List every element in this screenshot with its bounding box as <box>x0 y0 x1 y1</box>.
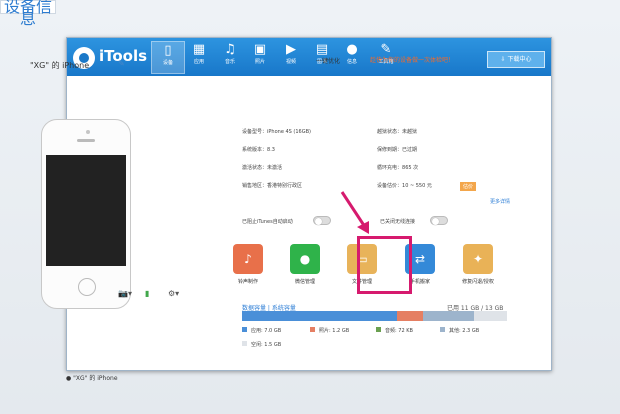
app-tile-bell[interactable]: ♪ 铃声制作 <box>227 244 269 285</box>
storage-legend-item: 音频: 72 KB <box>376 327 413 334</box>
iphone-image <box>41 119 131 309</box>
nav-label: 信息 <box>346 59 357 65</box>
legend-swatch-icon <box>310 327 315 332</box>
storage-legend-item: 照片: 1.2 GB <box>310 327 349 334</box>
info-value: 未越狱 <box>402 129 418 135</box>
info-value: 香港特别行政区 <box>267 183 303 189</box>
wireless-toggle[interactable] <box>430 216 448 225</box>
speaker <box>77 139 95 142</box>
legend-swatch-icon <box>242 341 247 346</box>
apps-icon: ▦ <box>192 42 206 57</box>
nav-label: 应用 <box>193 59 204 65</box>
legend-label: 音频: 72 KB <box>385 328 413 334</box>
info-key: 激活状态： <box>242 165 268 171</box>
nav-label: 音乐 <box>224 59 235 65</box>
storage-bar <box>242 311 507 321</box>
info-value: 865 次 <box>402 165 419 171</box>
info-key: 保修到期： <box>377 147 403 153</box>
repair-icon: ✦ <box>463 244 493 274</box>
nav-video[interactable]: ▶ 视频 <box>274 41 308 74</box>
info-key: 设备型号： <box>242 129 268 135</box>
tab-device-info[interactable]: 设备信息 <box>0 0 56 27</box>
camera-dot <box>86 130 90 134</box>
info-value: iPhone 4S (16GB) <box>267 129 311 135</box>
info-key: 越狱状态： <box>377 129 403 135</box>
info-row: 设备估价：10 ~ 550 元 <box>377 182 432 189</box>
legend-label: 空闲: 1.5 GB <box>251 342 282 348</box>
music-icon: ♫ <box>224 42 236 57</box>
legend-swatch-icon <box>440 327 445 332</box>
nav-music[interactable]: ♫ 音乐 <box>213 41 247 74</box>
info-key: 系统版本： <box>242 147 268 153</box>
legend-label: 其他: 2.3 GB <box>449 328 480 334</box>
download-center-button[interactable]: ⇩ 下载中心 <box>487 51 545 68</box>
storage-segment <box>473 311 507 321</box>
wechat-icon: ● <box>290 244 320 274</box>
nav-phone[interactable]: ▯ 设备 <box>151 41 185 74</box>
title-bar: iTools ▯ 设备 ▦ 应用 ♫ 音乐 ▣ 照片 ▶ 视频 ▤ 图书 ● 信息 ✎ 工具箱 ⇩ 下载中心 <box>67 38 551 76</box>
nav-label: 视频 <box>285 59 296 65</box>
contact-icon: ● <box>346 42 358 57</box>
apple-icon: ● <box>66 375 72 382</box>
info-row: 循环充电：865 次 <box>377 164 418 171</box>
more-details-link[interactable]: 更多详情 <box>490 198 510 205</box>
video-icon: ▶ <box>286 42 296 57</box>
nav-label: 照片 <box>254 59 265 65</box>
storage-legend-item: 空闲: 1.5 GB <box>242 341 281 348</box>
nav-contact[interactable]: ● 信息 <box>335 41 369 74</box>
pointer-arrow-icon <box>340 191 369 234</box>
info-row: 设备型号：iPhone 4S (16GB) <box>242 128 311 135</box>
storage-legend-item: 其他: 2.3 GB <box>440 327 479 334</box>
legend-swatch-icon <box>376 327 381 332</box>
storage-segment <box>423 311 474 321</box>
storage-segment <box>242 311 397 321</box>
camera-button[interactable]: 📷▾ <box>118 289 132 301</box>
screen-stage: iTools ▯ 设备 ▦ 应用 ♫ 音乐 ▣ 照片 ▶ 视频 ▤ 图书 ● 信息 ✎ 工具箱 ⇩ 下载中心 … <box>0 0 620 414</box>
nav-label: 设备 <box>162 60 173 66</box>
info-value: 已过期 <box>402 147 418 153</box>
legend-swatch-icon <box>242 327 247 332</box>
info-value: 10 ~ 550 元 <box>402 183 432 189</box>
legend-label: 照片: 1.2 GB <box>319 328 350 334</box>
storage-legend-item: 应用: 7.0 GB <box>242 327 281 334</box>
info-key: 销售地区： <box>242 183 268 189</box>
app-tile-wechat[interactable]: ● 微信管理 <box>284 244 326 285</box>
promo-text[interactable]: 趁快为你的设备做一次体检吧！ <box>370 55 454 64</box>
photo-icon: ▣ <box>253 42 267 57</box>
info-row: 激活状态：未激活 <box>242 164 282 171</box>
home-button-icon <box>78 278 96 296</box>
info-row: 销售地区：香港特别行政区 <box>242 182 302 189</box>
battery-icon: ▮ <box>145 289 150 298</box>
edit-icon[interactable]: ✎ <box>118 59 125 68</box>
phone-screen <box>46 155 126 266</box>
nav-photo[interactable]: ▣ 照片 <box>243 41 277 74</box>
status-device: "XG" 的 iPhone <box>73 375 118 382</box>
highlight-box <box>357 236 412 294</box>
wireless-toggle-label: 已关闭无线连接 <box>380 219 416 225</box>
status-bar: ● "XG" 的 iPhone <box>66 373 552 385</box>
app-label: 微信管理 <box>294 279 315 285</box>
itunes-toggle[interactable] <box>313 216 331 225</box>
tab-optimize[interactable]: 一键优化 <box>316 56 340 65</box>
info-key: 设备估价： <box>377 183 403 189</box>
info-value: 8.3 <box>267 147 275 153</box>
device-name: "XG" 的 iPhone <box>30 61 90 70</box>
valuation-badge[interactable]: 估价 <box>460 182 477 191</box>
settings-button[interactable]: ⚙▾ <box>168 289 179 301</box>
storage-segment <box>396 311 424 321</box>
info-row: 系统版本：8.3 <box>242 146 275 153</box>
app-tile-repair[interactable]: ✦ 修复闪退/授权 <box>457 244 499 285</box>
phone-icon: ▯ <box>164 43 172 58</box>
info-key: 循环充电： <box>377 165 403 171</box>
legend-label: 应用: 7.0 GB <box>251 328 282 334</box>
bell-icon: ♪ <box>233 244 263 274</box>
info-row: 越狱状态：未越狱 <box>377 128 417 135</box>
app-label: 修复闪退/授权 <box>462 279 494 285</box>
info-row: 保修到期：已过期 <box>377 146 417 153</box>
info-value: 未激活 <box>267 165 283 171</box>
nav-apps[interactable]: ▦ 应用 <box>182 41 216 74</box>
itunes-toggle-label: 已阻止iTunes自动启动 <box>242 219 293 225</box>
app-label: 铃声制作 <box>237 279 258 285</box>
